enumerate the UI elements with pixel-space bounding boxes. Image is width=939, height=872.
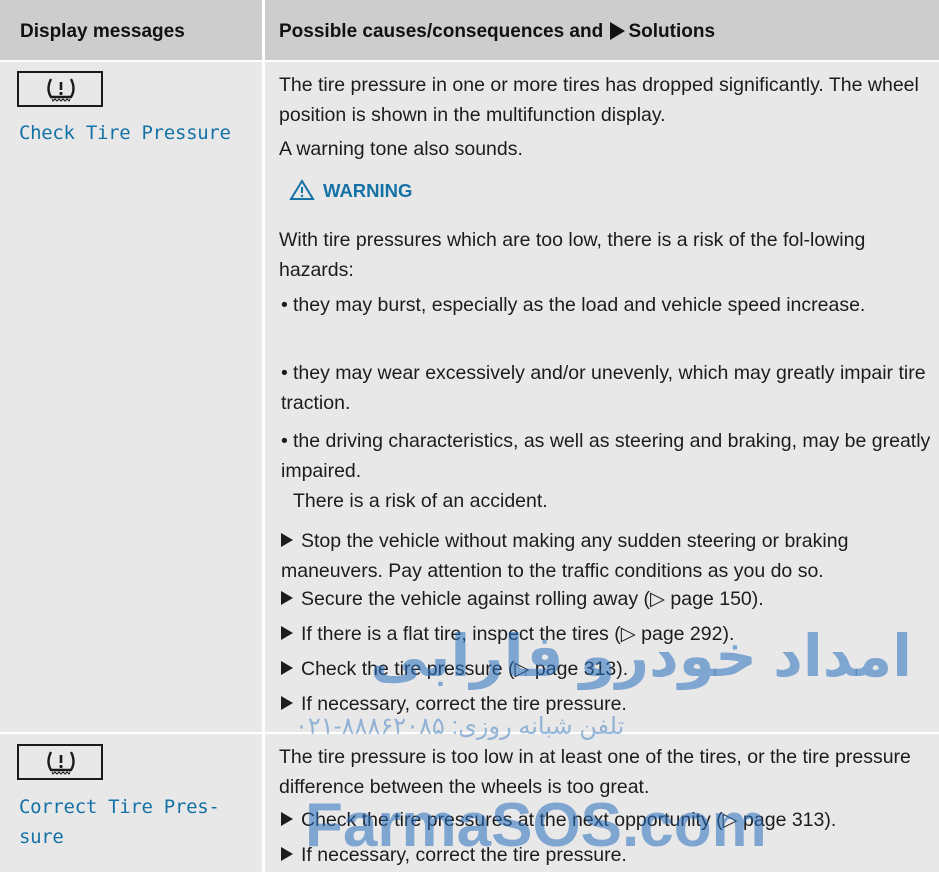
step-item: Check the tire pressures at the next opp…	[281, 805, 931, 835]
header-cell-display-messages: Display messages	[0, 0, 262, 60]
step-item: Stop the vehicle without making any sudd…	[281, 530, 849, 582]
row-check-tire-pressure-content-cell: The tire pressure in one or more tires h…	[265, 62, 939, 732]
row-check-tire-pressure-label-cell: Check Tire Pressure	[0, 62, 262, 732]
warning-triangle-icon	[289, 179, 315, 200]
list-item: • they may wear excessively and/or uneven…	[281, 362, 926, 414]
step-arrow-icon	[281, 696, 293, 710]
warning-heading: WARNING	[279, 179, 412, 202]
row-correct-tire-pressure-content-cell: The tire pressure is too low in at least…	[265, 734, 939, 872]
step-item: If necessary, correct the tire pressure.	[281, 840, 931, 870]
step-item: If there is a flat tire, inspect the tir…	[281, 619, 931, 649]
step-arrow-icon	[281, 847, 293, 861]
list-item: • the driving characteristics, as well as…	[281, 430, 931, 482]
row-correct-tire-pressure-label-cell: Correct Tire Pres-sure	[0, 734, 262, 872]
tire-pressure-warning-icon	[17, 71, 103, 107]
paragraph: A warning tone also sounds.	[279, 138, 523, 160]
paragraph: The tire pressure in one or more tires h…	[279, 74, 919, 126]
header-causes-solutions: Possible causes/consequences and Solutio…	[279, 21, 716, 42]
risk-note: There is a risk of an accident.	[293, 490, 548, 512]
step-arrow-icon	[281, 812, 293, 826]
step-item: If necessary, correct the tire pressure.	[281, 689, 931, 719]
step-arrow-icon	[281, 661, 293, 675]
step-arrow-icon	[281, 591, 293, 605]
paragraph: The tire pressure is too low in at least…	[279, 746, 911, 798]
step-item: Check the tire pressure (▷ page 313).	[281, 654, 931, 684]
step-arrow-icon	[281, 626, 293, 640]
message-correct-tire-pressure: Correct Tire Pres-sure	[19, 796, 220, 848]
warning-intro: With tire pressures which are too low, t…	[279, 229, 866, 281]
play-arrow-icon	[610, 22, 626, 40]
header-cell-causes-solutions: Possible causes/consequences and Solutio…	[265, 0, 939, 60]
step-arrow-icon	[281, 533, 293, 547]
header-display-messages: Display messages	[20, 21, 185, 42]
list-item: • they may burst, especially as the load …	[281, 294, 866, 316]
step-item: Secure the vehicle against rolling away …	[281, 584, 931, 614]
message-check-tire-pressure: Check Tire Pressure	[19, 122, 231, 144]
tire-pressure-warning-icon	[17, 744, 103, 780]
info-table: Display messages Possible causes/consequ…	[0, 0, 939, 872]
